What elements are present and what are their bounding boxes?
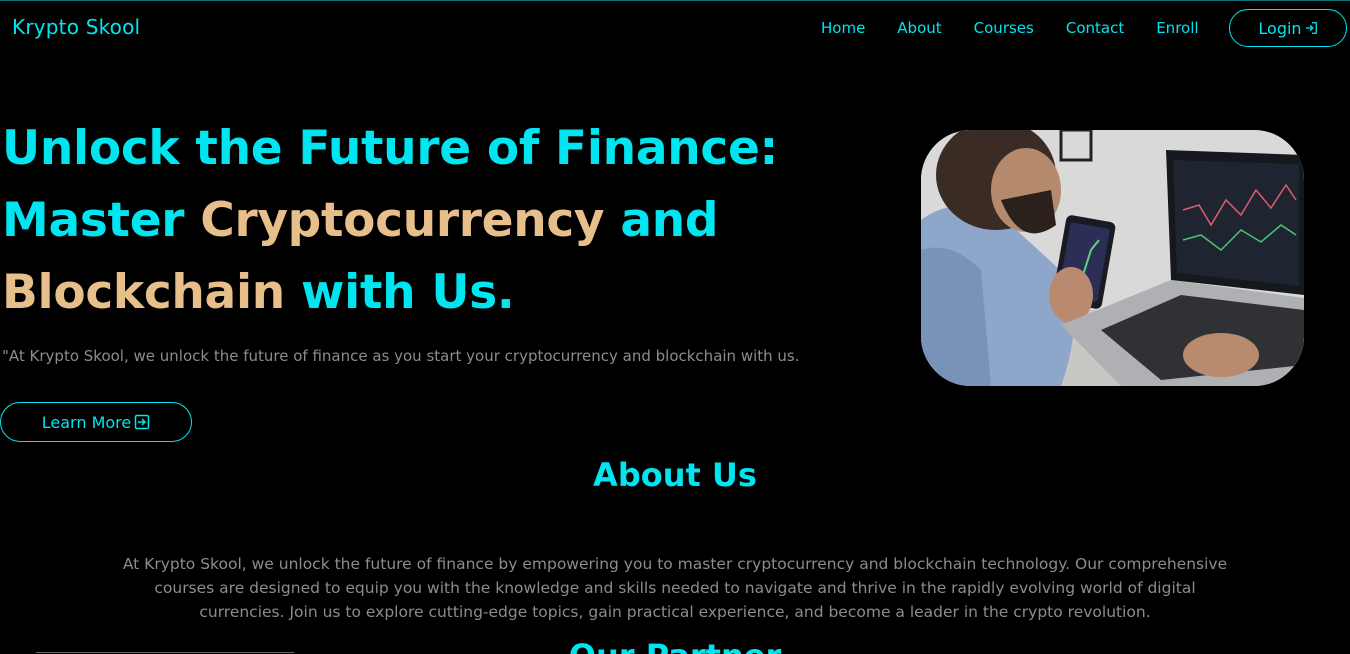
login-button[interactable]: Login <box>1229 9 1347 47</box>
hero-title-accent-crypto: Cryptocurrency <box>200 193 605 248</box>
enter-icon <box>1305 22 1317 34</box>
about-description: At Krypto Skool, we unlock the future of… <box>122 555 1228 621</box>
hero-photo-illustration <box>921 130 1304 386</box>
nav-about[interactable]: About <box>897 18 941 38</box>
learn-more-label: Learn More <box>41 412 132 432</box>
nav-contact[interactable]: Contact <box>1066 18 1124 38</box>
nav-courses[interactable]: Courses <box>974 18 1034 38</box>
hero-subtitle: "At Krypto Skool, we unlock the future o… <box>2 347 800 365</box>
hero-title-line1: Unlock the Future of Finance: <box>2 121 779 176</box>
hero-title: Unlock the Future of Finance: Master Cry… <box>2 113 778 329</box>
brand-logo[interactable]: Krypto Skool <box>12 15 140 39</box>
hero-title-line2-a: Master <box>2 193 201 248</box>
login-label: Login <box>1258 18 1302 38</box>
hero-title-line3-b: with Us. <box>284 265 515 320</box>
hero-title-accent-blockchain: Blockchain <box>2 265 285 320</box>
page: Krypto Skool Home About Courses Contact … <box>0 0 1350 654</box>
section-divider <box>36 652 294 653</box>
learn-more-button[interactable]: Learn More <box>0 402 192 442</box>
main-nav: Home About Courses Contact Enroll <box>821 18 1199 38</box>
nav-home[interactable]: Home <box>821 18 865 38</box>
arrow-box-icon <box>134 414 150 430</box>
hero-title-line2-b: and <box>604 193 719 248</box>
nav-enroll[interactable]: Enroll <box>1156 18 1198 38</box>
about-section-title: About Us <box>593 456 757 494</box>
hero-image-trader <box>921 130 1304 386</box>
